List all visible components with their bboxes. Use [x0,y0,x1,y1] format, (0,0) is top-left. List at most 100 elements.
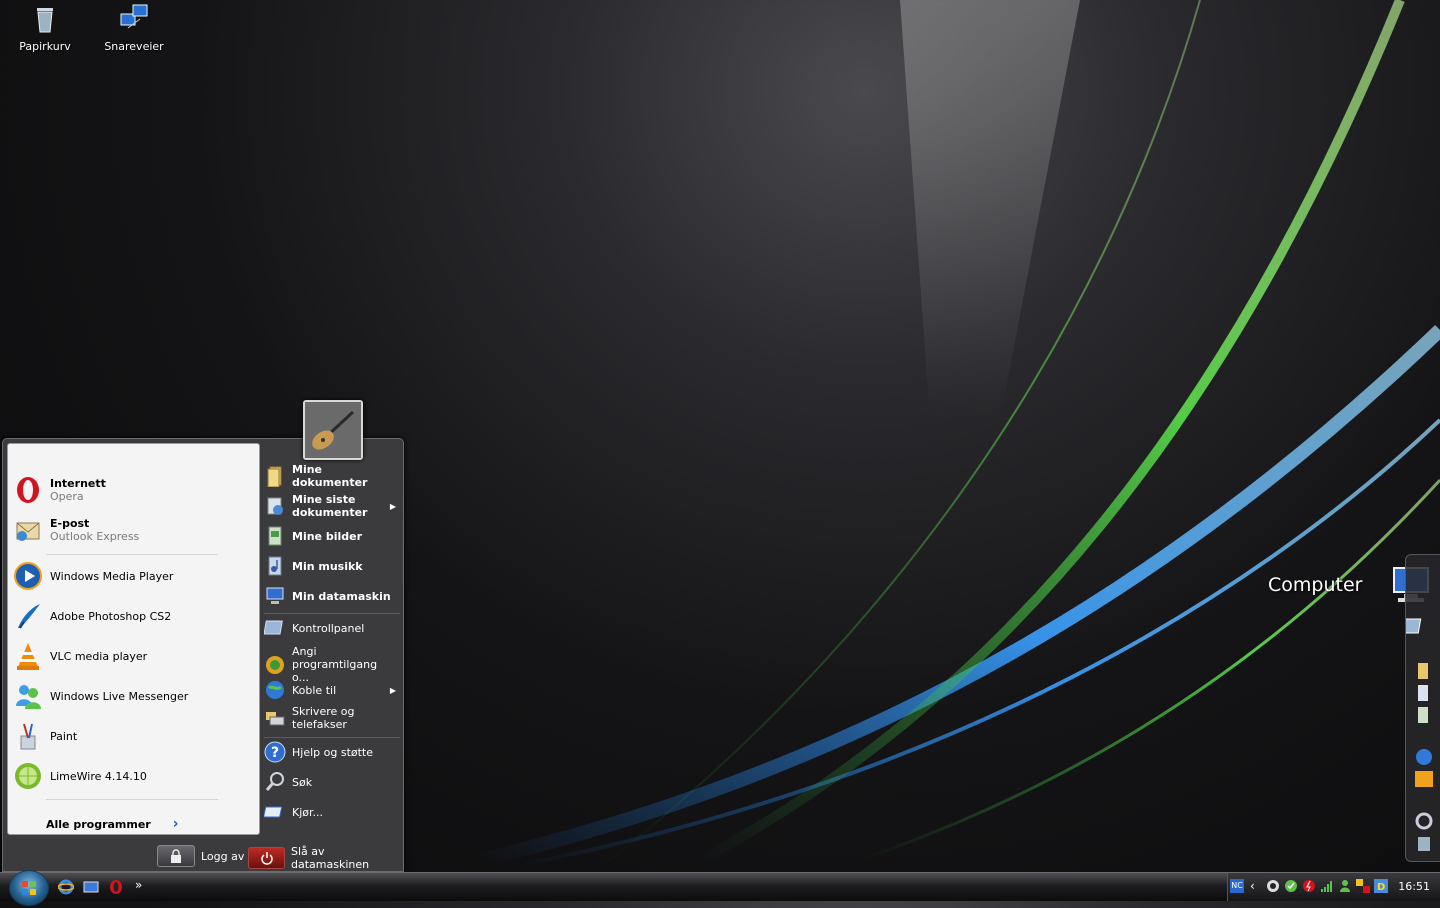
program-label: Windows Media Player [50,569,174,583]
pinned-subtitle: Outlook Express [50,530,140,543]
system-printers[interactable]: Skrivere og telefakser [262,705,400,731]
chevron-right-icon: › [172,816,179,832]
place-recent-documents[interactable]: Mine siste dokumenter ▶ [262,493,400,519]
messenger-icon[interactable] [1338,879,1352,893]
color-blocks-icon[interactable] [1356,879,1370,893]
recent-program-item[interactable]: Adobe Photoshop CS2 [12,598,252,634]
separator [46,799,218,800]
start-button[interactable] [9,870,49,906]
help-icon: ? [264,741,286,763]
show-desktop-icon[interactable] [83,879,99,895]
place-label: Min datamaskin [292,589,391,603]
desktop-icon-label: Snareveier [104,40,164,53]
pinned-subtitle: Opera [50,490,84,503]
recent-program-item[interactable]: Windows Media Player [12,558,252,594]
opera-icon[interactable] [108,879,124,895]
place-my-documents[interactable]: Mine dokumenter [262,463,400,489]
tool-label: Søk [292,775,313,789]
user-avatar[interactable] [303,400,363,460]
logoff-button[interactable]: Logg av [157,845,244,867]
quicklaunch-more-button[interactable]: » [135,878,142,892]
svg-text:?: ? [271,745,279,761]
recycle-bin-icon [28,2,62,36]
signal-strength-icon[interactable] [1320,879,1334,893]
pinned-email[interactable]: E-post Outlook Express [12,512,252,548]
program-label: Paint [50,729,78,743]
lock-icon [157,845,195,867]
tool-run[interactable]: Kjør... [262,801,400,823]
separator [264,613,400,614]
steam-icon[interactable] [1266,879,1280,893]
recent-program-item[interactable]: Paint [12,718,252,754]
system-label: Koble til [292,683,337,697]
tool-search[interactable]: Søk [262,771,400,793]
flash-icon[interactable] [1302,879,1316,893]
place-my-computer[interactable]: Min datamaskin [262,585,400,607]
desktop-icon-label: Papirkurv [19,40,71,53]
chevron-left-icon[interactable]: ‹ [1250,879,1264,893]
program-label: LimeWire 4.14.10 [50,769,147,783]
shutdown-button[interactable]: Slå av datamaskinen [248,845,403,871]
shield-check-icon[interactable] [1284,879,1298,893]
start-menu: Internett Opera E-post Outlook Express Win… [2,438,404,872]
system-connect-to[interactable]: Koble til ▶ [262,679,400,701]
guitar-icon [305,402,361,458]
all-programs-button[interactable]: Alle programmer › [46,816,179,832]
vlc-icon [12,640,44,672]
tool-label: Kjør... [292,805,324,819]
messenger-icon [12,680,44,712]
tool-help[interactable]: ? Hjelp og støtte [262,741,400,763]
power-icon [248,847,286,869]
system-control-panel[interactable]: Kontrollpanel [262,617,400,639]
svg-text:D: D [1377,882,1385,893]
program-label: Windows Live Messenger [50,689,189,703]
program-label: VLC media player [50,649,148,663]
music-folder-icon [264,555,286,577]
desktop-icon-recycle-bin[interactable]: Papirkurv [10,2,80,53]
place-my-music[interactable]: Min musikk [262,555,400,577]
taskbar: » NC ‹ D 16:51 [0,870,1440,906]
connect-icon [264,679,286,701]
place-label: Mine dokumenter [292,463,368,489]
nc-tray-icon[interactable]: NC [1230,879,1244,893]
recent-program-item[interactable]: LimeWire 4.14.10 [12,758,252,794]
side-dock [1399,554,1440,862]
opera-icon [12,474,44,506]
pinned-internet[interactable]: Internett Opera [12,472,252,508]
pinned-title: E-post [50,517,90,530]
outlook-express-icon [12,514,44,546]
photoshop-icon [12,600,44,632]
recent-documents-icon [264,495,286,517]
control-panel-icon [263,617,286,639]
documents-folder-icon [264,465,286,488]
system-label: Kontrollpanel [292,621,365,635]
logoff-label: Logg av [201,849,245,863]
start-menu-footer: Logg av Slå av datamaskinen [3,841,403,871]
printers-icon [264,707,286,729]
system-tray: NC ‹ D 16:51 [1227,873,1440,901]
computer-icon [264,585,286,607]
media-player-icon [12,560,44,592]
clock[interactable]: 16:51 [1398,880,1430,893]
shutdown-label: Slå av datamaskinen [291,845,370,871]
place-label: Mine bilder [292,529,363,543]
daemon-tools-icon[interactable]: D [1374,879,1388,893]
run-icon [262,801,286,823]
start-menu-programs-pane: Internett Opera E-post Outlook Express Win… [7,443,260,835]
internet-explorer-icon[interactable] [57,879,75,895]
program-access-icon [264,654,286,676]
program-label: Adobe Photoshop CS2 [50,609,172,623]
all-programs-label: Alle programmer [46,817,151,831]
dock-icons [1399,618,1433,851]
place-label: Min musikk [292,559,363,573]
desktop-icon-shortcuts[interactable]: Snareveier [99,2,169,53]
dock-label: Computer [1268,574,1363,596]
separator [46,554,218,555]
system-label: Skrivere og telefakser [292,705,355,731]
separator [264,737,400,738]
place-my-pictures[interactable]: Mine bilder [262,525,400,547]
limewire-icon [12,760,44,792]
recent-program-item[interactable]: VLC media player [12,638,252,674]
network-icon [117,2,151,36]
recent-program-item[interactable]: Windows Live Messenger [12,678,252,714]
